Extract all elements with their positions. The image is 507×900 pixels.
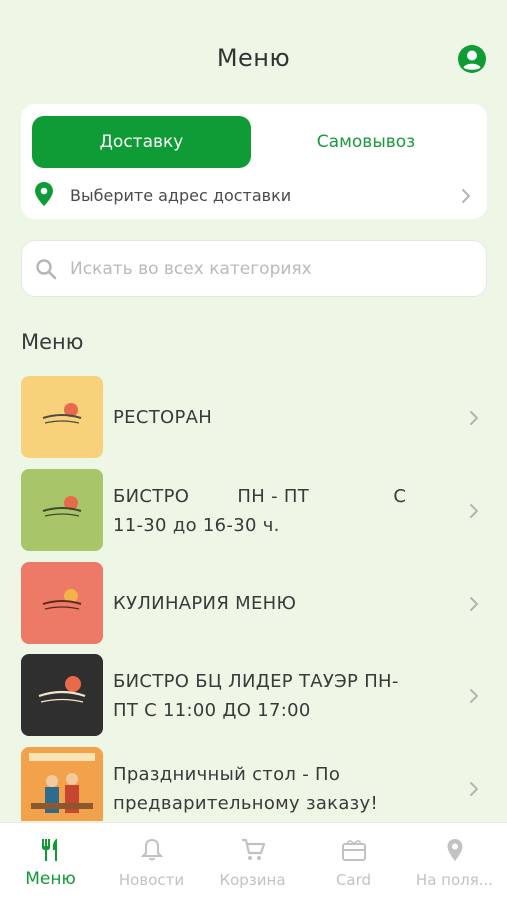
holiday-image-icon <box>29 753 95 813</box>
fork-knife-icon <box>42 839 57 861</box>
tab-label: На поля... <box>415 871 494 889</box>
tab-card[interactable]: Card <box>303 823 404 900</box>
list-item-restaurant[interactable]: РЕСТОРАН <box>0 376 507 460</box>
profile-button[interactable] <box>457 44 487 74</box>
list-item-holiday-table[interactable]: Праздничный стол - По предварительному з… <box>0 747 507 831</box>
location-pin-icon <box>35 182 53 206</box>
chevron-right-icon <box>462 189 470 203</box>
bell-icon <box>140 838 164 861</box>
chevron-right-icon <box>470 411 478 425</box>
gift-card-icon <box>342 840 366 861</box>
category-thumbnail <box>21 376 103 458</box>
logo-icon <box>42 496 82 517</box>
tab-label: Корзина <box>219 871 286 889</box>
cart-icon <box>242 838 266 860</box>
tab-bar: Меню Новости Корзина Card На поля... <box>0 822 507 900</box>
address-prompt: Выберите адрес доставки <box>70 186 292 205</box>
section-title: Меню <box>21 330 84 354</box>
category-label: Праздничный стол - По предварительному з… <box>113 764 379 814</box>
page-title: Меню <box>216 44 291 72</box>
tab-label: Меню <box>25 869 76 889</box>
delivery-card: Доставку Самовывоз Выберите адрес достав… <box>21 104 487 219</box>
chevron-right-icon <box>470 689 478 703</box>
tab-news[interactable]: Новости <box>101 823 202 900</box>
chevron-right-icon <box>470 504 478 518</box>
tab-menu[interactable]: Меню <box>0 823 101 900</box>
search-box <box>21 240 487 297</box>
logo-icon <box>42 403 82 424</box>
search-icon <box>36 259 57 280</box>
list-item-bistro[interactable]: БИСТРО ПН - ПТ С 11-30 до 16-30 ч. <box>0 469 507 553</box>
search-input[interactable] <box>70 251 470 287</box>
address-selector[interactable]: Выберите адрес доставки <box>21 174 487 219</box>
map-pin-icon <box>447 839 463 861</box>
logo-icon <box>38 676 86 703</box>
chevron-right-icon <box>470 597 478 611</box>
tab-label: Card <box>335 871 372 889</box>
delivery-tab[interactable]: Доставку <box>32 116 251 168</box>
tab-cart[interactable]: Корзина <box>202 823 303 900</box>
category-label: БИСТРО ПН - ПТ С 11-30 до 16-30 ч. <box>113 486 407 536</box>
category-label: БИСТРО БЦ ЛИДЕР ТАУЭР ПН- ПТ С 11:00 ДО … <box>113 671 399 721</box>
category-thumbnail <box>21 469 103 551</box>
tab-label: Новости <box>118 871 185 889</box>
category-label: РЕСТОРАН <box>113 407 213 428</box>
tab-map[interactable]: На поля... <box>404 823 505 900</box>
list-item-culinary[interactable]: КУЛИНАРИЯ МЕНЮ <box>0 562 507 646</box>
header: Меню <box>0 0 507 110</box>
chevron-right-icon <box>470 782 478 796</box>
user-icon <box>458 45 486 73</box>
logo-icon <box>42 589 82 610</box>
category-label: КУЛИНАРИЯ МЕНЮ <box>113 593 297 614</box>
category-thumbnail <box>21 654 103 736</box>
pickup-tab[interactable]: Самовывоз <box>256 116 476 168</box>
list-item-bistro-leader-tower[interactable]: БИСТРО БЦ ЛИДЕР ТАУЭР ПН- ПТ С 11:00 ДО … <box>0 654 507 738</box>
category-thumbnail <box>21 747 103 821</box>
category-thumbnail <box>21 562 103 644</box>
